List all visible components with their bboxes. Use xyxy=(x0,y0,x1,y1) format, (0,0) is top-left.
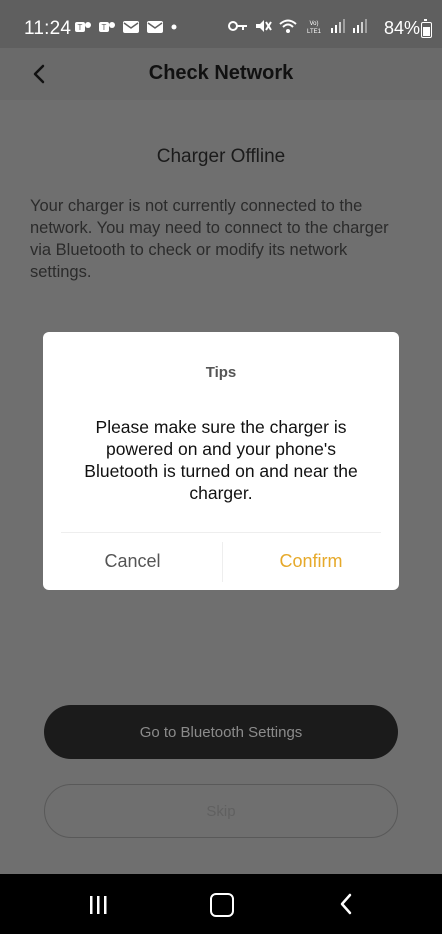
confirm-button[interactable]: Confirm xyxy=(223,551,399,572)
mute-icon xyxy=(256,20,272,32)
volte-icon: Vo) LTE1 xyxy=(307,21,322,34)
system-nav-bar xyxy=(0,874,442,934)
mail-icon xyxy=(123,21,139,33)
cancel-button[interactable]: Cancel xyxy=(43,551,222,572)
home-icon[interactable] xyxy=(210,893,234,917)
status-right-icons: Vo) LTE1 xyxy=(228,18,368,34)
wifi-icon xyxy=(279,19,297,33)
battery-percent: 84% xyxy=(383,18,420,38)
svg-text:LTE1: LTE1 xyxy=(307,29,322,34)
mail-icon xyxy=(147,21,163,33)
key-icon xyxy=(228,21,247,31)
dialog-title: Tips xyxy=(205,364,237,381)
svg-text:T: T xyxy=(78,23,83,32)
battery-icon xyxy=(421,19,432,38)
status-left-icons: T T xyxy=(74,19,178,35)
offline-title: Charger Offline xyxy=(156,146,286,167)
signal-icon xyxy=(331,19,345,33)
notification-dot-icon xyxy=(171,24,177,30)
status-time: 11:24 xyxy=(24,18,72,39)
teams-icon: T xyxy=(75,22,91,32)
teams-icon: T xyxy=(99,22,115,32)
signal-icon xyxy=(353,19,367,33)
svg-text:T: T xyxy=(102,23,107,32)
recent-apps-icon[interactable] xyxy=(88,896,108,914)
tips-dialog: Tips Please make sure the charger is pow… xyxy=(43,332,399,590)
page-title: Check Network xyxy=(148,62,294,84)
dialog-divider xyxy=(61,532,381,533)
svg-text:Vo): Vo) xyxy=(309,21,318,27)
back-icon[interactable] xyxy=(336,892,356,916)
skip-button[interactable]: Skip xyxy=(44,784,398,838)
app-header: Check Network xyxy=(0,48,442,100)
status-bar: 11:24 T T Vo) LTE1 84% xyxy=(0,0,442,48)
offline-description: Your charger is not currently connected … xyxy=(30,197,389,281)
go-to-bluetooth-settings-button[interactable]: Go to Bluetooth Settings xyxy=(44,705,398,759)
dialog-message: Please make sure the charger is powered … xyxy=(84,417,358,503)
